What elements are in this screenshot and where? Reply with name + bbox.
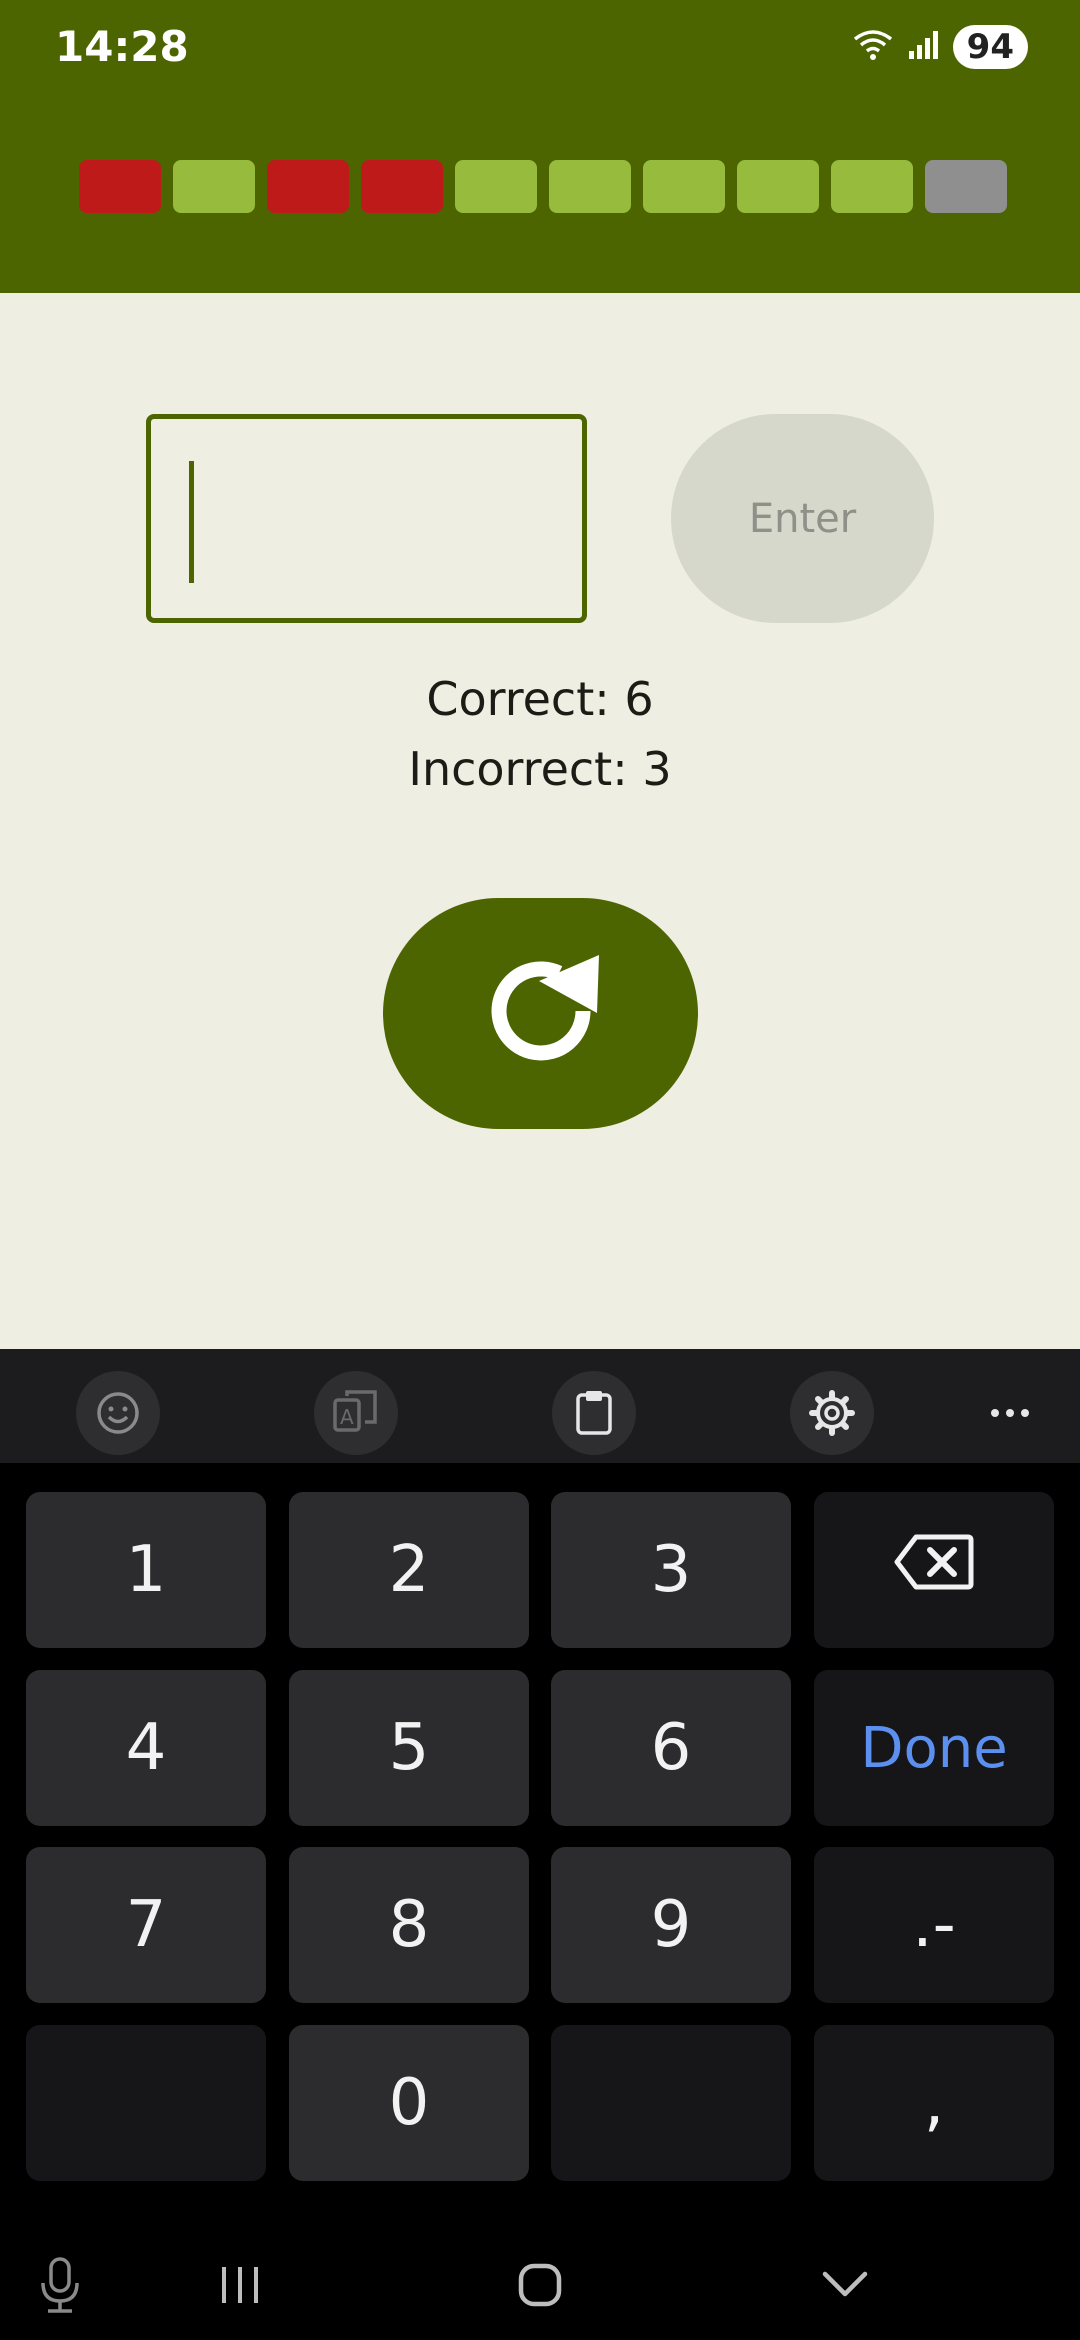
- key-1[interactable]: 1: [26, 1492, 266, 1648]
- numeric-keyboard: A 1 2 3 4 5 6 Done 7 8 9 .- 0 ,: [0, 1349, 1080, 2340]
- settings-icon[interactable]: [790, 1371, 874, 1455]
- translate-icon[interactable]: A: [314, 1371, 398, 1455]
- key-0[interactable]: 0: [289, 2025, 529, 2181]
- refresh-icon: [471, 941, 611, 1086]
- progress-segment-pending: [925, 160, 1007, 213]
- done-key[interactable]: Done: [814, 1670, 1054, 1826]
- progress-segment-incorrect: [361, 160, 443, 213]
- battery-indicator: 94: [952, 25, 1028, 69]
- progress-segment-correct: [737, 160, 819, 213]
- key-2[interactable]: 2: [289, 1492, 529, 1648]
- progress-segment-correct: [643, 160, 725, 213]
- blank-key-left: [26, 2025, 266, 2181]
- key-5[interactable]: 5: [289, 1670, 529, 1826]
- blank-key-right: [551, 2025, 791, 2181]
- progress-segment-correct: [549, 160, 631, 213]
- enter-button[interactable]: Enter: [671, 414, 934, 623]
- progress-bar: [79, 160, 1007, 213]
- key-4[interactable]: 4: [26, 1670, 266, 1826]
- key-7[interactable]: 7: [26, 1847, 266, 2003]
- answer-input[interactable]: [146, 414, 587, 623]
- app-header: 14:28 94: [0, 0, 1080, 293]
- svg-text:A: A: [340, 1405, 354, 1429]
- text-caret: [189, 461, 194, 583]
- wifi-icon: [853, 27, 893, 68]
- keyboard-toolbar: A: [0, 1349, 1080, 1463]
- key-3[interactable]: 3: [551, 1492, 791, 1648]
- key-8[interactable]: 8: [289, 1847, 529, 2003]
- key-6[interactable]: 6: [551, 1670, 791, 1826]
- cell-signal-icon: [907, 29, 939, 66]
- progress-segment-incorrect: [79, 160, 161, 213]
- progress-segment-incorrect: [267, 160, 349, 213]
- incorrect-count: Incorrect: 3: [408, 742, 672, 796]
- more-icon[interactable]: [980, 1371, 1040, 1455]
- progress-segment-correct: [455, 160, 537, 213]
- key-9[interactable]: 9: [551, 1847, 791, 2003]
- recents-icon[interactable]: [200, 2250, 280, 2320]
- emoji-icon[interactable]: [76, 1371, 160, 1455]
- clipboard-icon[interactable]: [552, 1371, 636, 1455]
- backspace-key[interactable]: [814, 1492, 1054, 1648]
- restart-button[interactable]: [383, 898, 698, 1129]
- hide-keyboard-icon[interactable]: [805, 2250, 885, 2320]
- status-icons: 94: [853, 22, 1028, 72]
- navigation-bar: [0, 2230, 1080, 2340]
- home-icon[interactable]: [500, 2250, 580, 2320]
- correct-count: Correct: 6: [426, 672, 654, 726]
- status-bar: 14:28 94: [0, 0, 1080, 95]
- comma-key[interactable]: ,: [814, 2025, 1054, 2181]
- status-time: 14:28: [55, 22, 189, 71]
- decimal-minus-key[interactable]: .-: [814, 1847, 1054, 2003]
- progress-segment-correct: [831, 160, 913, 213]
- mic-icon[interactable]: [30, 2250, 90, 2320]
- backspace-icon: [894, 1533, 974, 1607]
- progress-segment-correct: [173, 160, 255, 213]
